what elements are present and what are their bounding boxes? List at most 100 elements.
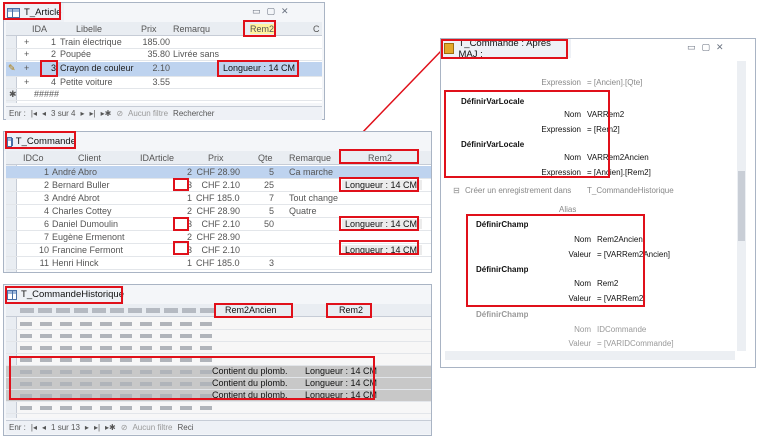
action-definirchamp[interactable]: DéfinirChamp [476, 220, 528, 229]
cell-prix[interactable]: CHF 185.00 [196, 258, 240, 268]
cell-idarticle[interactable]: 1 [146, 193, 192, 203]
col-header-rem2ancien[interactable]: Rem2Ancien [225, 305, 285, 315]
table-row[interactable]: 10 Francine Fermont 3 CHF 2.10 Longueur : 14… [6, 244, 431, 257]
record-position[interactable]: 3 sur 4 [51, 109, 75, 118]
col-header-ida[interactable]: IDA [32, 24, 48, 34]
cell-rem2ancien[interactable]: Contient du plomb. [212, 378, 302, 388]
param-value[interactable]: Rem2Ancien [597, 235, 643, 244]
create-record-table[interactable]: T_CommandeHistorique [587, 186, 674, 195]
expand-icon[interactable]: + [24, 37, 29, 47]
expand-icon[interactable]: + [24, 49, 29, 59]
filter-status[interactable]: Aucun filtre [132, 423, 172, 432]
cell-id[interactable]: 10 [23, 245, 49, 255]
param-value[interactable]: VARRem2Ancien [587, 153, 649, 162]
cell-libelle[interactable]: Poupée [60, 49, 138, 59]
close-icon[interactable]: ✕ [716, 42, 724, 53]
table-row[interactable]: 1 André Abro 2 CHF 28.90 5 Ca marche [6, 166, 431, 179]
cell-idarticle[interactable]: 3 [146, 180, 192, 190]
cell-rem2ancien[interactable]: Contient du plomb. [212, 390, 302, 400]
cell-rem2[interactable]: Longueur : 14 CM [342, 180, 422, 190]
cell-id[interactable]: 3 [46, 63, 56, 73]
top-expression-value[interactable]: = [Ancien].[Qte] [587, 78, 642, 87]
cell-prix[interactable]: 35.80 [140, 49, 170, 59]
cell-qte[interactable]: 25 [246, 180, 274, 190]
action-definirvarlocale[interactable]: DéfinirVarLocale [461, 140, 524, 149]
col-header-rem2[interactable]: Rem2 [368, 153, 398, 163]
first-record-icon[interactable]: |◂ [31, 423, 37, 432]
cell-libelle[interactable]: Petite voiture [60, 77, 138, 87]
col-header-rem2[interactable]: Rem2 [339, 305, 369, 315]
table-row[interactable]: 6 Daniel Dumoulin 3 CHF 2.10 50 Longueur : 14… [6, 218, 431, 231]
cell-id[interactable]: 4 [36, 77, 56, 87]
table-row[interactable] [6, 318, 431, 330]
cell-remarque[interactable]: Livrée sans [173, 49, 219, 59]
prev-record-icon[interactable]: ◂ [42, 423, 46, 432]
col-header-remarque[interactable]: Remarqu [173, 24, 213, 34]
action-definirvarlocale[interactable]: DéfinirVarLocale [461, 97, 524, 106]
cell-qte[interactable]: 5 [246, 206, 274, 216]
next-record-icon[interactable]: ▸ [85, 423, 89, 432]
col-header-client[interactable]: Client [78, 153, 118, 163]
cell-rem2[interactable]: Longueur : 14 CM [342, 219, 422, 229]
param-value[interactable]: = [VARRem2Ancien] [597, 250, 670, 259]
cell-rem2[interactable]: Longueur : 14 CM [223, 63, 295, 73]
table-row[interactable]: Contient du plomb. Longueur : 14 CM [6, 390, 431, 402]
col-header-prix[interactable]: Prix [208, 153, 238, 163]
t-commande-tab[interactable]: T_Commande [4, 132, 76, 151]
cell-idarticle[interactable]: 2 [146, 232, 192, 242]
search-box[interactable]: Rechercher [173, 109, 214, 118]
table-row[interactable]: 11 Henri Hinck 1 CHF 185.00 3 [6, 257, 431, 270]
param-value[interactable]: = [Rem2] [587, 125, 620, 134]
cell-client[interactable]: Eugène Ermenont [52, 232, 137, 242]
cell-id[interactable]: 1 [23, 167, 49, 177]
table-row[interactable]: Contient du plomb. Longueur : 14 CM [6, 378, 431, 390]
cell-id[interactable]: 2 [23, 180, 49, 190]
cell-id[interactable]: 7 [23, 232, 49, 242]
search-box[interactable]: Reci [177, 423, 193, 432]
restore-icon[interactable]: ▢ [702, 42, 711, 53]
table-row[interactable]: + 4 Petite voiture 3.55 [6, 77, 322, 89]
col-header-qte[interactable]: Qte [258, 153, 278, 163]
cell-remarque[interactable]: Ca marche [289, 167, 344, 177]
new-record-nav-icon[interactable]: ▸✱ [101, 109, 112, 118]
cell-id[interactable]: 11 [23, 258, 49, 268]
cell-libelle[interactable]: Crayon de couleur [60, 63, 138, 73]
table-row[interactable]: 2 Bernard Buller 3 CHF 2.10 25 Longueur : 14 … [6, 179, 431, 192]
cell-id[interactable]: 3 [23, 193, 49, 203]
param-value[interactable]: IDCommande [597, 325, 646, 334]
table-row[interactable]: + 1 Train électrique 185.00 [6, 37, 322, 49]
cell-libelle[interactable]: Train électrique [60, 37, 138, 47]
action-definirchamp[interactable]: DéfinirChamp [476, 265, 528, 274]
collapse-icon[interactable]: ⊟ [453, 186, 460, 195]
col-header-remarque[interactable]: Remarque [289, 153, 335, 163]
last-record-icon[interactable]: ▸| [94, 423, 100, 432]
prev-record-icon[interactable]: ◂ [42, 109, 46, 118]
cell-prix[interactable]: 2.10 [140, 63, 170, 73]
scroll-thumb[interactable] [738, 171, 745, 241]
col-header-prix[interactable]: Prix [141, 24, 171, 34]
cell-id[interactable]: 1 [36, 37, 56, 47]
cell-id[interactable]: 6 [23, 219, 49, 229]
param-value[interactable]: = [VARRem2] [597, 294, 646, 303]
cell-client[interactable]: Charles Cottey [52, 206, 137, 216]
expand-icon[interactable]: + [24, 63, 29, 73]
table-row[interactable] [6, 354, 431, 366]
create-record-label[interactable]: Créer un enregistrement dans [465, 186, 571, 195]
cell-prix[interactable]: CHF 185.00 [196, 193, 240, 203]
new-record-row[interactable]: ✱ ##### [6, 89, 322, 101]
param-value[interactable]: Rem2 [597, 279, 618, 288]
filter-status[interactable]: Aucun filtre [128, 109, 168, 118]
table-row[interactable]: 3 André Abrot 1 CHF 185.00 7 Tout change [6, 192, 431, 205]
horizontal-scrollbar[interactable] [445, 351, 735, 360]
table-row[interactable]: + 2 Poupée 35.80 Livrée sans [6, 49, 322, 61]
table-row[interactable] [6, 330, 431, 342]
cell-qte[interactable]: 50 [246, 219, 274, 229]
table-row[interactable]: 4 Charles Cottey 2 CHF 28.90 5 Quatre [6, 205, 431, 218]
cell-client[interactable]: Francine Fermont [52, 245, 137, 255]
minimize-icon[interactable]: ▭ [687, 42, 696, 53]
cell-rem2[interactable]: Longueur : 14 CM [305, 378, 380, 388]
param-value[interactable]: = [Ancien].[Rem2] [587, 168, 651, 177]
cell-idarticle[interactable]: 3 [146, 219, 192, 229]
record-position[interactable]: 1 sur 13 [51, 423, 80, 432]
table-row[interactable]: 7 Eugène Ermenont 2 CHF 28.90 [6, 231, 431, 244]
